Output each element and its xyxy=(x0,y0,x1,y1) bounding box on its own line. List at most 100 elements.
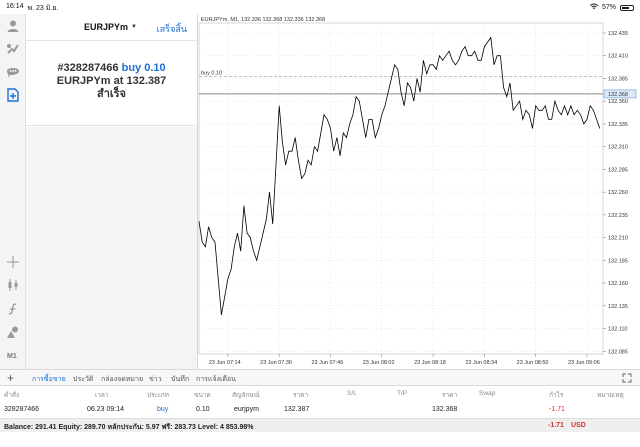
x-tick-label: 23 Jun 09:06 xyxy=(568,360,600,366)
col-symbol: สัญลักษณ์ xyxy=(232,392,260,399)
price-series-line xyxy=(198,36,601,315)
tab-news[interactable]: ข่าว xyxy=(149,374,162,385)
y-tick-label: 132.410 xyxy=(608,54,628,60)
cell-time: 06.23 09:14 xyxy=(87,406,124,413)
y-tick-label: 132.335 xyxy=(608,122,628,128)
panel-header: EURJPYm ▼ เสร็จสิ้น xyxy=(26,14,197,41)
col-type: ประเภท xyxy=(147,392,169,399)
table-row[interactable]: 328287466 06.23 09:14 buy 0.10 eurjpym 1… xyxy=(0,403,640,417)
symbol-name: EURJPYm xyxy=(84,22,129,32)
order-side: buy 0.10 xyxy=(121,62,166,74)
table-header: คำสั่ง เวลา ประเภท ขนาด สัญลักษณ์ ราคา S… xyxy=(0,387,640,401)
order-status: สำเร็จ xyxy=(96,88,126,100)
add-icon[interactable]: + xyxy=(7,371,14,385)
x-tick-label: 23 Jun 08:18 xyxy=(414,360,446,366)
status-bar: 16:14 พ. 23 มิ.ย. 57% xyxy=(0,0,640,14)
summary-text: Balance: 291.41 Equity: 289.70 หลักประกั… xyxy=(4,424,254,431)
y-tick-label: 132.185 xyxy=(608,258,628,264)
x-tick-label: 23 Jun 08:02 xyxy=(363,360,395,366)
trade-panel: EURJPYm ▼ เสร็จสิ้น #328287466 buy 0.10 … xyxy=(26,14,197,126)
chart-axis: 132.435 132.410 132.385 132.360 132.335 132.3… xyxy=(209,31,628,366)
bottom-tabs: + การซื้อขาย ประวัติ กล่องจดหมาย ข่าว บั… xyxy=(0,369,640,388)
cell-type: buy xyxy=(157,406,169,413)
cell-current-price: 132.368 xyxy=(432,406,458,413)
summary-profit: -1.71 xyxy=(548,422,564,429)
y-tick-label: 132.235 xyxy=(608,213,628,219)
x-tick-label: 23 Jun 08:50 xyxy=(517,360,549,366)
objects-icon[interactable] xyxy=(5,324,21,340)
chat-icon[interactable] xyxy=(5,64,21,80)
col-profit: กำไร xyxy=(549,392,564,399)
tab-mailbox[interactable]: กล่องจดหมาย xyxy=(101,374,143,385)
wifi-icon xyxy=(589,3,598,12)
orders-table: คำสั่ง เวลา ประเภท ขนาด สัญลักษณ์ ราคา S… xyxy=(0,387,640,447)
order-symbol-line: EURJPYm at 132.387 xyxy=(26,75,197,88)
col-price: ราคา xyxy=(293,392,309,399)
x-tick-label: 23 Jun 07:46 xyxy=(311,360,343,366)
order-price: 132.387 xyxy=(126,75,167,87)
panel-background xyxy=(26,127,197,369)
y-tick-label: 132.285 xyxy=(608,167,628,173)
cell-price: 132.387 xyxy=(284,406,310,413)
expand-icon[interactable] xyxy=(622,373,632,383)
order-level-label: buy 0.10 xyxy=(201,71,222,77)
status-time: 16:14 xyxy=(6,3,24,10)
col-time: เวลา xyxy=(95,392,109,399)
col-sl: S/L xyxy=(347,390,357,397)
battery-fill xyxy=(622,6,629,9)
col-tp: T/P xyxy=(397,390,408,397)
order-line: #328287466 buy 0.10 xyxy=(26,62,197,75)
y-tick-label: 132.135 xyxy=(608,304,628,310)
col-swap: Swap xyxy=(479,390,496,397)
order-result: #328287466 buy 0.10 EURJPYm at 132.387 ส… xyxy=(26,62,197,101)
account-icon[interactable] xyxy=(5,18,21,34)
current-price-label: 132.368 xyxy=(608,92,628,98)
y-tick-label: 132.110 xyxy=(608,327,627,333)
candlestick-icon[interactable] xyxy=(5,277,21,293)
crosshair-icon[interactable] xyxy=(5,254,21,270)
chevron-down-icon: ▼ xyxy=(131,24,137,30)
y-tick-label: 132.310 xyxy=(608,145,628,151)
chart-canvas[interactable]: 132.435 132.410 132.385 132.360 132.335 132.3… xyxy=(198,14,640,369)
order-symbol: EURJPYm at xyxy=(56,75,124,87)
battery-percent: 57% xyxy=(601,4,616,11)
x-tick-label: 23 Jun 07:30 xyxy=(260,360,292,366)
y-tick-label: 132.085 xyxy=(608,349,628,355)
y-tick-label: 132.160 xyxy=(608,281,628,287)
y-tick-label: 132.260 xyxy=(608,190,628,196)
plot-frame xyxy=(198,22,604,355)
cell-profit: -1.71 xyxy=(549,406,565,413)
y-tick-label: 132.210 xyxy=(608,236,628,242)
account-summary: Balance: 291.41 Equity: 289.70 หลักประกั… xyxy=(0,418,640,432)
col-current-price: ราคา xyxy=(442,392,458,399)
x-tick-label: 23 Jun 07:14 xyxy=(209,360,241,366)
tab-journal[interactable]: บันทึก xyxy=(171,374,189,385)
x-tick-label: 23 Jun 08:34 xyxy=(465,360,497,366)
y-tick-label: 132.360 xyxy=(608,99,628,105)
chart-grid xyxy=(198,22,604,355)
col-size: ขนาด xyxy=(194,392,211,399)
battery-icon xyxy=(620,4,634,11)
order-number: #328287466 xyxy=(57,62,119,74)
tab-trade[interactable]: การซื้อขาย xyxy=(32,374,66,388)
y-tick-label: 132.435 xyxy=(608,31,628,37)
timeframe-label[interactable]: M1 xyxy=(7,353,17,360)
new-order-icon[interactable] xyxy=(5,87,21,103)
col-order: คำสั่ง xyxy=(4,392,20,399)
status-date: พ. 23 มิ.ย. xyxy=(27,5,59,12)
cell-symbol: eurjpym xyxy=(234,406,259,413)
tab-alerts[interactable]: การแจ้งเตือน xyxy=(196,374,236,385)
signals-icon[interactable] xyxy=(5,41,21,57)
y-tick-label: 132.385 xyxy=(608,76,628,82)
cell-order: 328287466 xyxy=(4,406,40,413)
price-chart[interactable]: 132.435 132.410 132.385 132.360 132.335 132.3… xyxy=(197,14,640,369)
left-toolbar: M1 xyxy=(0,14,26,369)
tab-history[interactable]: ประวัติ xyxy=(73,374,93,385)
done-button[interactable]: เสร็จสิ้น xyxy=(157,22,187,36)
chart-title: EURJPYm, M1, 132.336 132.368 132.336 132… xyxy=(201,17,325,23)
indicators-icon[interactable] xyxy=(5,301,21,317)
symbol-select[interactable]: EURJPYm ▼ xyxy=(84,22,137,32)
col-comment: หมายเหตุ xyxy=(597,392,624,399)
cell-size: 0.10 xyxy=(196,406,210,413)
summary-currency: USD xyxy=(571,422,586,429)
